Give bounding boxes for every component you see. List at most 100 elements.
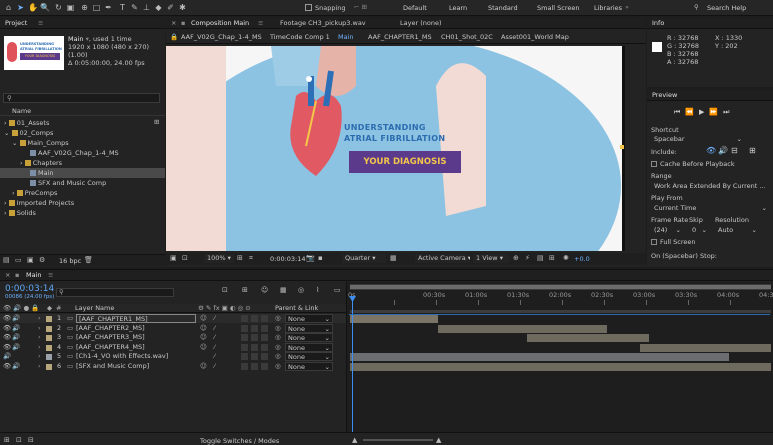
breadcrumb-item[interactable]: CH01_Shot_02C [441,31,493,43]
play-from-select[interactable]: Current Time ⌄ [651,204,769,213]
toggle-pixel-icon[interactable]: ⊕ [513,254,519,262]
current-time[interactable]: 0:00:03:14 [270,255,306,263]
adjustment-switch[interactable] [251,315,258,322]
camera-tool-icon[interactable]: ▣ [66,3,75,12]
video-toggle-icon[interactable]: 👁 [3,324,11,333]
list-item[interactable]: ⌄ 02_Comps [0,128,165,138]
pick-whip-icon[interactable]: ◎ [275,324,281,333]
adjustment-switch[interactable] [251,334,258,341]
audio-toggle-icon[interactable]: 🔊 [3,352,11,361]
label-color-swatch[interactable] [46,316,52,322]
playhead-line[interactable] [352,296,353,432]
video-toggle-icon[interactable]: 👁 [3,314,11,323]
adjustment-switch[interactable] [251,324,258,332]
adjustment-switch[interactable] [251,343,258,351]
expand-arrow-icon[interactable]: ⌄ [12,139,17,147]
shy-switch-icon[interactable]: ☺ [200,314,207,323]
collapse-switch-icon[interactable]: ⁄ [214,352,215,361]
eraser-tool-icon[interactable]: ◆ [154,3,163,12]
exposure-reset-icon[interactable]: ✺ [563,254,569,262]
comp-markers-icon[interactable]: ▭ [334,286,341,294]
shy-switch-icon[interactable]: ☺ [200,362,207,371]
workspace-learn[interactable]: Learn [449,4,467,12]
snap-options-icon[interactable]: ⌐ ⊞ [354,3,367,11]
table-row[interactable]: 👁 🔊 › 4 ▭ [AAF_CHAPTER4_MS] ☺ ⁄ ◎ None ⌄ [0,342,346,352]
comp-flowchart-icon[interactable]: ⊞ [242,286,248,294]
collapse-switch-icon[interactable]: ⁄ [214,314,215,323]
collapse-arrow-icon[interactable]: › [12,189,15,197]
full-screen-option[interactable]: Full Screen [651,238,696,246]
color-swatch-icon[interactable]: ▪ [318,254,323,262]
pan-behind-tool-icon[interactable]: ⊕ [80,3,89,12]
home-icon[interactable]: ⌂ [4,3,13,12]
grid-icon[interactable]: ⊞ [237,254,243,262]
motion-blur-switch[interactable] [241,343,248,351]
pick-whip-icon[interactable]: ◎ [275,362,281,371]
shy-switch-icon[interactable]: ☺ [200,324,207,333]
project-search-input[interactable]: ⚲ [3,93,160,103]
snapshot-icon[interactable]: 📷 [306,254,315,262]
new-folder-icon[interactable]: ▭ [15,256,22,264]
audio-toggle-icon[interactable]: 🔊 [12,362,20,371]
workspace-default[interactable]: Default [403,4,427,12]
list-item[interactable]: › PreComps [0,188,165,198]
list-item[interactable]: › Solids [0,208,165,218]
3d-switch[interactable] [261,324,268,332]
av-features-icon[interactable]: 👁 🔊 ● 🔒 [3,304,39,313]
zoom-in-icon[interactable]: ▲ [436,436,441,444]
include-overlays-icon[interactable]: ⊟ [731,146,738,155]
motion-blur-switch[interactable] [241,362,248,370]
layer-switches-icon[interactable]: ⊞ [4,436,10,444]
include-layout-icon[interactable]: ⊞ [749,146,756,155]
expand-arrow-icon[interactable]: › [38,362,41,371]
motion-blur-switch[interactable] [241,334,248,341]
toggle-switches-modes[interactable]: Toggle Switches / Modes [200,437,279,445]
audio-toggle-icon[interactable]: 🔊 [12,333,20,342]
in-out-icon[interactable]: ⊟ [28,436,34,444]
column-header-name[interactable]: Name [0,107,165,116]
tab-menu-icon[interactable]: ≡ [48,269,53,281]
3d-switch[interactable] [261,362,268,370]
zoom-out-icon[interactable]: ▲ [352,436,357,444]
layer-duration-bar[interactable] [350,362,771,371]
expand-arrow-icon[interactable]: › [38,352,41,361]
tab-footage[interactable]: Footage CH3_pickup3.wav [280,17,366,29]
video-toggle-icon[interactable]: 👁 [3,333,11,342]
workspace-overflow-icon[interactable]: » [625,3,629,11]
new-comp-icon[interactable]: ▣ [27,256,34,264]
parent-link-header[interactable]: Parent & Link [275,304,318,313]
layer-name[interactable]: [Ch1-4_VO with Effects.wav] [76,352,168,361]
audio-toggle-icon[interactable]: 🔊 [12,324,20,333]
tab-layer[interactable]: Layer (none) [400,17,441,29]
close-icon[interactable]: × [5,269,10,281]
camera-select[interactable]: Active Camera ▾ [415,254,470,263]
timeline-current-time[interactable]: 0:00:03:14 [5,284,54,294]
exposure-value[interactable]: +0.0 [574,255,590,263]
video-toggle-icon[interactable]: 👁 [3,362,11,371]
breadcrumb-item[interactable]: AAF_V02G_Chap_1-4_MS [181,31,262,43]
view-layout-select[interactable]: 1 View ▾ [473,254,509,263]
3d-switch[interactable] [261,334,268,341]
hand-tool-icon[interactable]: ✋ [28,3,38,12]
expand-arrow-icon[interactable]: › [38,343,41,352]
tab-composition-main[interactable]: Composition Main [191,17,249,29]
skip-select[interactable]: 0 ⌄ [689,226,709,235]
include-video-icon[interactable]: 👁 [706,146,716,155]
bounding-handle[interactable] [620,145,624,149]
shy-switch-icon[interactable]: ☺ [200,333,207,342]
transfer-controls-icon[interactable]: ⊡ [16,436,22,444]
number-column-icon[interactable]: # [56,304,61,313]
layer-name[interactable]: [SFX and Music Comp] [76,362,149,371]
timeline-search-input[interactable]: ⚲ [56,288,174,297]
parent-select[interactable]: None ⌄ [285,342,333,352]
lock-icon[interactable]: 🔒 [170,31,178,43]
graph-editor-icon[interactable]: ⌇ [316,286,319,294]
table-row[interactable]: 🔊 › 5 ▭ [Ch1-4_VO with Effects.wav] ⁄ ◎ None ⌄ [0,352,346,361]
flowchart-icon[interactable]: ⊞ [549,254,555,262]
last-frame-icon[interactable]: ⏭ [723,108,734,116]
label-color-swatch[interactable] [46,335,52,341]
parent-select[interactable]: None ⌄ [285,314,333,323]
layer-duration-bar[interactable] [640,343,771,352]
fast-previews-icon[interactable]: ⚡ [525,254,530,262]
resolution-select[interactable]: Quarter ▾ [342,254,386,263]
